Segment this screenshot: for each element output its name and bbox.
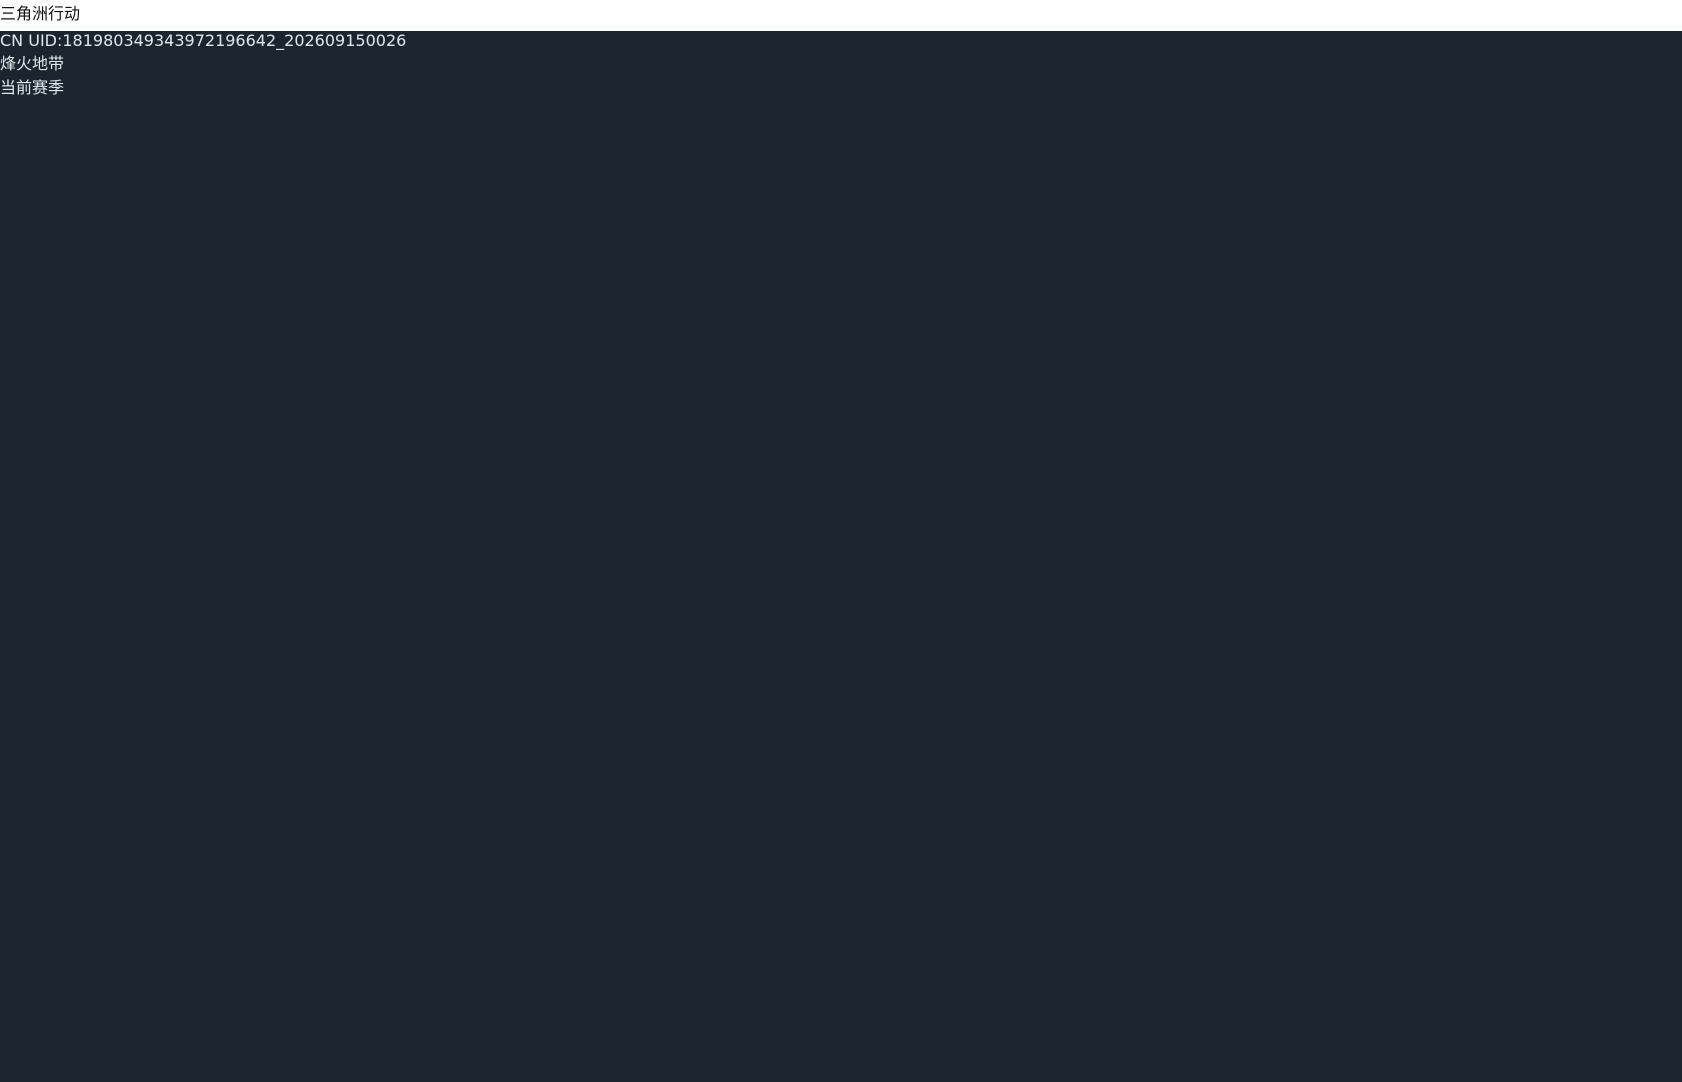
season-header: 当前赛季 [0, 78, 65, 97]
window-title: 三角洲行动 [0, 4, 81, 23]
window-titlebar: 三角洲行动 [0, 0, 1682, 31]
uid-text: CN UID:181980349343972196642_20260915002… [0, 31, 407, 50]
mode-title: 烽火地带 [0, 54, 65, 73]
profile-screen: CN UID:181980349343972196642_20260915002… [0, 31, 1682, 1082]
